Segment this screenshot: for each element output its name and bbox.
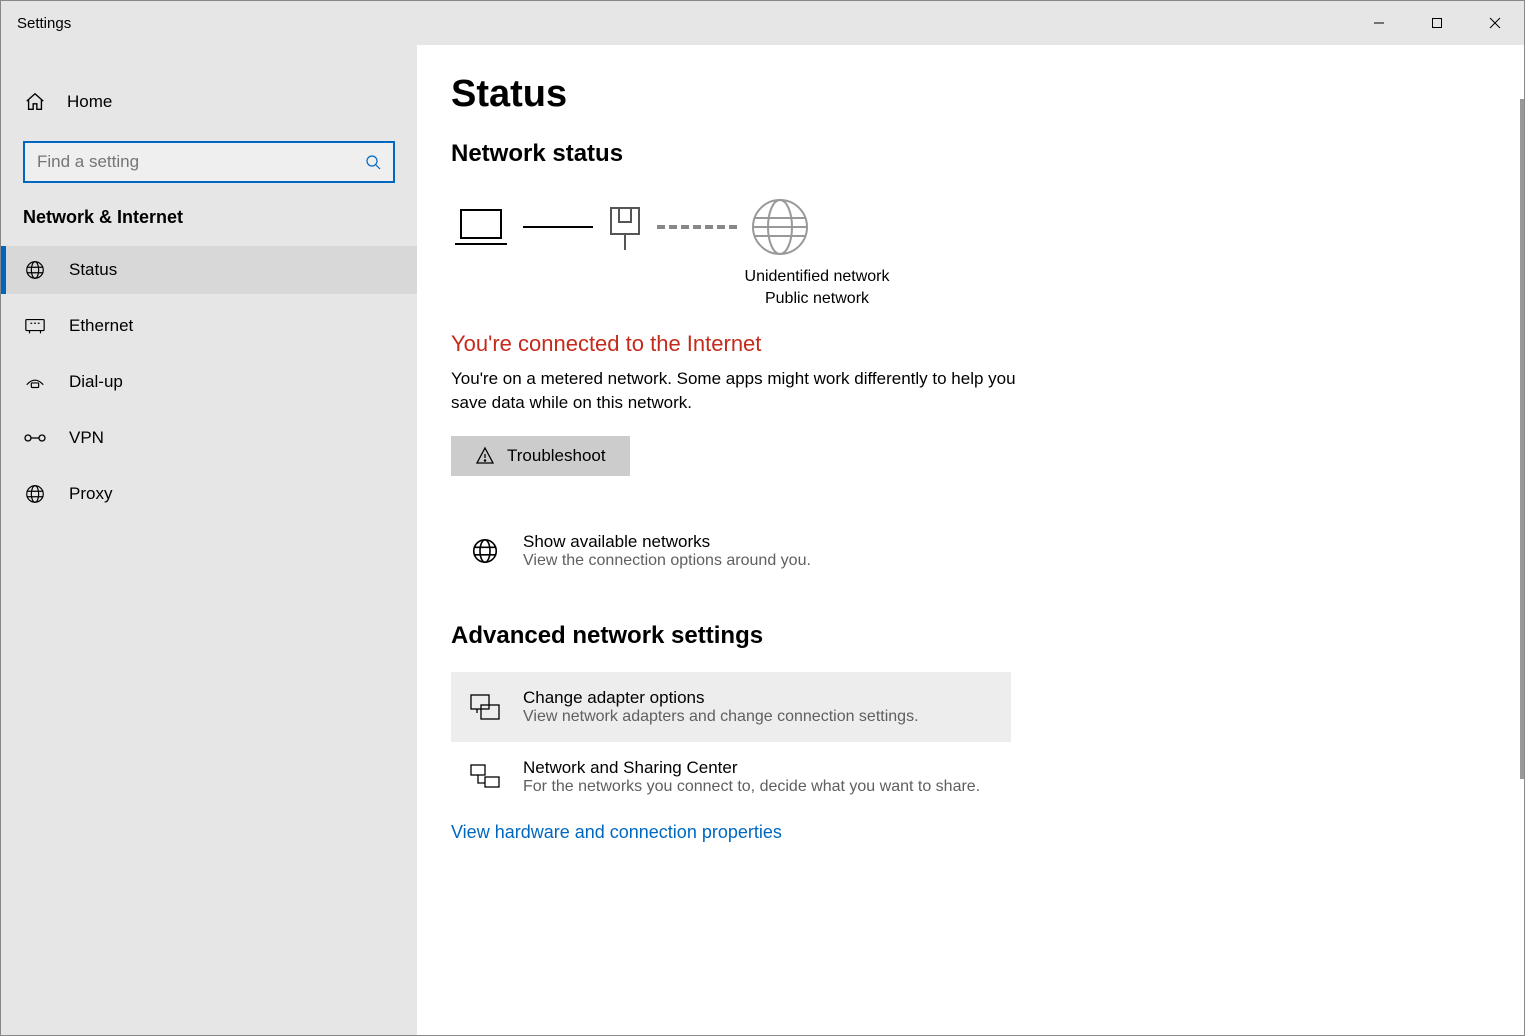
home-button[interactable]: Home xyxy=(1,75,417,129)
hardware-properties-link[interactable]: View hardware and connection properties xyxy=(451,822,782,843)
troubleshoot-label: Troubleshoot xyxy=(507,446,606,466)
nav-item-proxy[interactable]: Proxy xyxy=(1,470,417,518)
laptop-icon xyxy=(451,204,511,250)
troubleshoot-button[interactable]: Troubleshoot xyxy=(451,436,630,476)
close-icon xyxy=(1489,17,1501,29)
maximize-icon xyxy=(1431,17,1443,29)
dialup-icon xyxy=(23,373,47,391)
search-input[interactable] xyxy=(23,141,395,183)
diagram-labels: Unidentified network Public network xyxy=(583,266,1051,311)
sharing-icon xyxy=(469,763,501,791)
diagram-label-1: Unidentified network xyxy=(583,266,1051,288)
advanced-heading: Advanced network settings xyxy=(451,622,1051,650)
card-subtitle: View the connection options around you. xyxy=(523,552,811,570)
nav-label: Proxy xyxy=(69,484,112,504)
card-title: Network and Sharing Center xyxy=(523,758,980,778)
card-subtitle: View network adapters and change connect… xyxy=(523,708,919,726)
settings-window: Settings Home xyxy=(1,1,1524,1035)
sidebar: Home Network & Internet Status xyxy=(1,45,417,1035)
diagram-line xyxy=(523,226,593,228)
page-title: Status xyxy=(451,73,1051,116)
nav-item-dialup[interactable]: Dial-up xyxy=(1,358,417,406)
titlebar: Settings xyxy=(1,1,1524,45)
search-icon xyxy=(365,154,381,170)
globe-icon xyxy=(23,259,47,281)
nav-label: Dial-up xyxy=(69,372,123,392)
nav-item-ethernet[interactable]: Ethernet xyxy=(1,302,417,350)
ethernet-icon xyxy=(23,317,47,335)
vpn-icon xyxy=(23,431,47,445)
globe-icon xyxy=(469,536,501,566)
diagram-dashes xyxy=(657,225,737,229)
nav-item-status[interactable]: Status xyxy=(1,246,417,294)
scrollbar[interactable] xyxy=(1520,99,1524,779)
close-button[interactable] xyxy=(1466,1,1524,45)
card-title: Change adapter options xyxy=(523,688,919,708)
available-networks-card[interactable]: Show available networks View the connect… xyxy=(451,516,1011,586)
maximize-button[interactable] xyxy=(1408,1,1466,45)
connection-description: You're on a metered network. Some apps m… xyxy=(451,367,1051,416)
card-subtitle: For the networks you connect to, decide … xyxy=(523,778,980,796)
minimize-button[interactable] xyxy=(1350,1,1408,45)
warning-icon xyxy=(475,446,495,466)
ethernet-port-icon xyxy=(605,202,645,252)
nav-item-vpn[interactable]: VPN xyxy=(1,414,417,462)
nav-label: Status xyxy=(69,260,117,280)
sharing-center-card[interactable]: Network and Sharing Center For the netwo… xyxy=(451,742,1011,812)
adapter-icon xyxy=(469,693,501,721)
card-title: Show available networks xyxy=(523,532,811,552)
nav-label: VPN xyxy=(69,428,104,448)
body: Home Network & Internet Status xyxy=(1,45,1524,1035)
home-label: Home xyxy=(67,92,112,112)
sidebar-section-label: Network & Internet xyxy=(1,183,417,246)
caption-buttons xyxy=(1350,1,1524,45)
subheading: Network status xyxy=(451,140,1051,168)
main-panel: Status Network status Unide xyxy=(417,45,1524,1035)
connection-heading: You're connected to the Internet xyxy=(451,331,1051,357)
globe-large-icon xyxy=(749,196,811,258)
minimize-icon xyxy=(1373,17,1385,29)
change-adapter-card[interactable]: Change adapter options View network adap… xyxy=(451,672,1011,742)
nav-label: Ethernet xyxy=(69,316,133,336)
diagram-label-2: Public network xyxy=(583,288,1051,310)
search-container xyxy=(1,129,417,183)
home-icon xyxy=(23,91,47,113)
network-diagram xyxy=(451,196,1051,258)
globe-icon xyxy=(23,483,47,505)
nav-list: Status Ethernet Dial-up xyxy=(1,246,417,518)
window-title: Settings xyxy=(1,15,71,32)
